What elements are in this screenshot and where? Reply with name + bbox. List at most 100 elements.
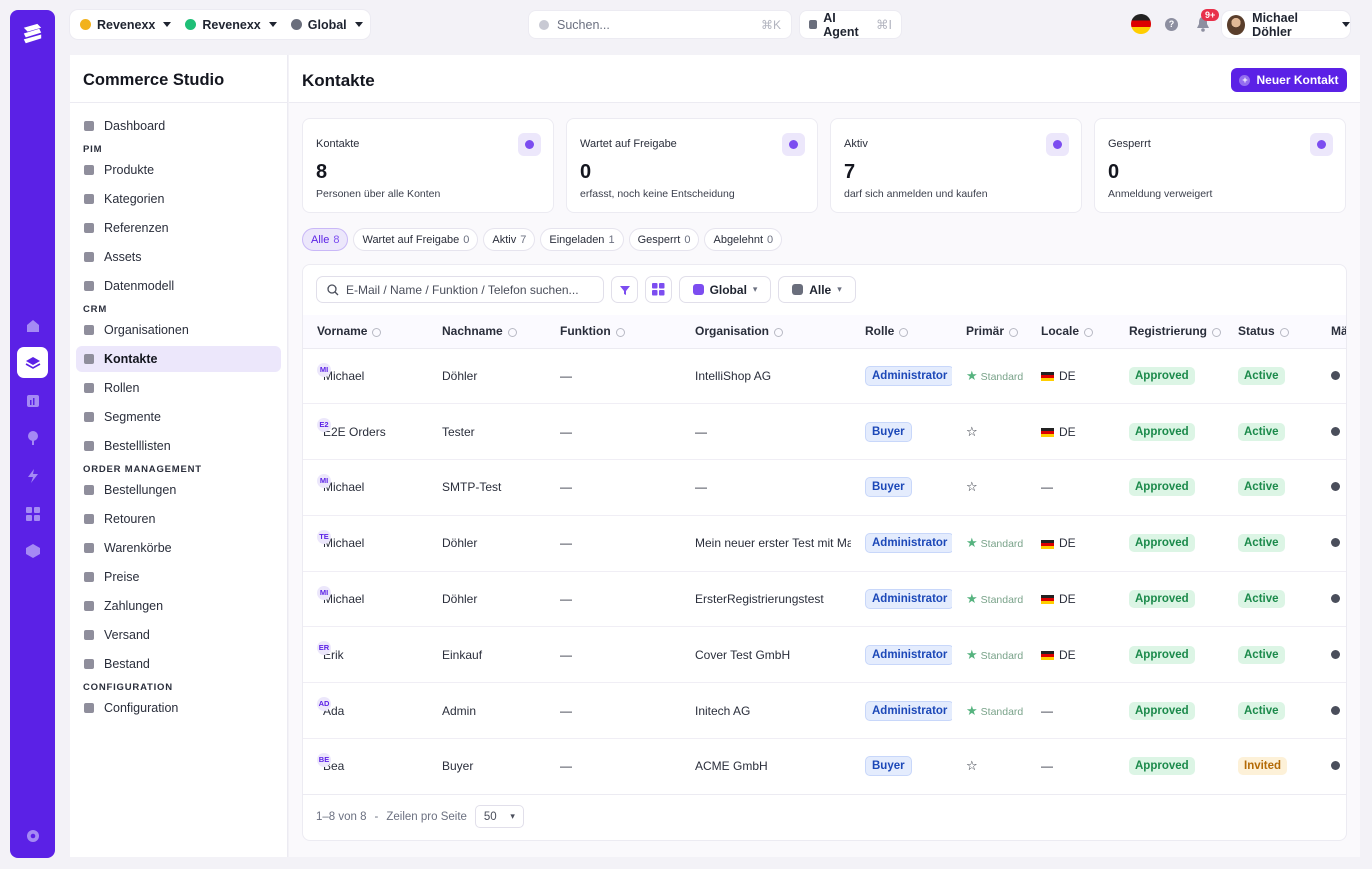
market-cell	[1317, 682, 1346, 740]
view-toggle-button[interactable]	[645, 276, 672, 303]
ai-agent-button[interactable]: AI Agent ⌘I	[800, 11, 901, 39]
column-header[interactable]: Organisation	[681, 315, 851, 349]
sidebar-item-referenzen[interactable]: Referenzen	[76, 215, 281, 241]
channel-selector[interactable]: Revenexx	[185, 18, 277, 32]
table-row[interactable]: MI Michael Döhler — IntelliShop AG Administra…	[303, 348, 1346, 405]
star-icon[interactable]: ★	[966, 368, 978, 383]
global-search[interactable]: Suchen... ⌘K	[529, 11, 791, 38]
sidebar-item-label: Segmente	[104, 410, 161, 424]
last-name-cell: Döhler	[428, 515, 546, 572]
user-menu[interactable]: Michael Döhler	[1222, 11, 1350, 39]
table-row[interactable]: E2 E2E Orders Tester — — Buyer ☆ DE Approved Acti…	[303, 403, 1346, 461]
table-row[interactable]: TE Michael Döhler — Mein neuer erster Test m…	[303, 515, 1346, 572]
table-row[interactable]: MI Michael Döhler — ErsterRegistrierungstest…	[303, 571, 1346, 628]
scope-selector-group: Revenexx Revenexx Global	[70, 10, 370, 39]
filter-button[interactable]	[611, 276, 638, 303]
analytics-icon[interactable]	[17, 385, 48, 416]
sidebar-item-warenk-rbe[interactable]: Warenkörbe	[76, 535, 281, 561]
tab-wartet-auf-freigabe[interactable]: Wartet auf Freigabe 0	[353, 228, 479, 251]
table-header-row: Vorname Nachname Funktion Organisation Rolle…	[303, 315, 1346, 349]
tenant-selector[interactable]: Revenexx	[80, 18, 172, 32]
primary-cell: ☆	[952, 738, 1027, 795]
tab-gesperrt[interactable]: Gesperrt 0	[628, 228, 700, 251]
tab-aktiv[interactable]: Aktiv 7	[483, 228, 536, 251]
brand-logo-icon[interactable]	[18, 20, 47, 49]
language-flag-de-icon[interactable]	[1131, 14, 1151, 34]
new-contact-button[interactable]: + Neuer Kontakt	[1231, 68, 1347, 92]
sidebar-item-assets[interactable]: Assets	[76, 244, 281, 270]
registration-badge: Approved	[1129, 534, 1195, 553]
sidebar-item-preise[interactable]: Preise	[76, 564, 281, 590]
sidebar-item-configuration[interactable]: Configuration	[76, 695, 281, 721]
sidebar-item-icon	[84, 281, 94, 291]
apps-icon[interactable]	[17, 498, 48, 529]
sidebar-item-kontakte[interactable]: Kontakte	[76, 346, 281, 372]
sort-icon	[1009, 327, 1019, 337]
registration-cell: Approved	[1115, 571, 1224, 628]
first-name-cell: AD Ada	[303, 682, 428, 740]
locale-cell: —	[1027, 738, 1115, 795]
chevron-down-icon	[1342, 22, 1350, 27]
home-icon[interactable]	[17, 310, 48, 341]
tab-alle[interactable]: Alle 8	[302, 228, 349, 251]
table-row[interactable]: AD Ada Admin — Initech AG Administrator ★ Stand…	[303, 682, 1346, 740]
help-icon[interactable]: ?	[1165, 18, 1178, 31]
column-header[interactable]: Status	[1224, 315, 1317, 349]
sidebar-item-kategorien[interactable]: Kategorien	[76, 186, 281, 212]
sidebar-item-zahlungen[interactable]: Zahlungen	[76, 593, 281, 619]
sidebar-item-bestelllisten[interactable]: Bestelllisten	[76, 433, 281, 459]
sort-icon	[372, 327, 382, 337]
region-selector[interactable]: Global	[290, 18, 363, 32]
star-icon[interactable]: ★	[966, 591, 978, 606]
rows-per-page-label: Zeilen pro Seite	[386, 810, 467, 823]
page-title: Kontakte	[302, 71, 375, 90]
column-header[interactable]: Vorname	[303, 315, 428, 349]
first-name-cell: MI Michael	[303, 459, 428, 516]
column-header[interactable]: Rolle	[851, 315, 952, 349]
column-header[interactable]: Funktion	[546, 315, 681, 349]
pin-icon[interactable]	[17, 422, 48, 453]
column-header[interactable]: Mä	[1317, 315, 1346, 349]
sidebar-item-retouren[interactable]: Retouren	[76, 506, 281, 532]
tab-abgelehnt[interactable]: Abgelehnt 0	[704, 228, 783, 251]
star-icon[interactable]: ★	[966, 647, 978, 662]
star-icon[interactable]: ☆	[966, 479, 978, 494]
column-header[interactable]: Nachname	[428, 315, 546, 349]
star-icon[interactable]: ★	[966, 703, 978, 718]
sidebar-item-versand[interactable]: Versand	[76, 622, 281, 648]
lightning-icon[interactable]	[17, 460, 48, 491]
sidebar-item-bestand[interactable]: Bestand	[76, 651, 281, 677]
rows-per-page-select[interactable]: 50 ▾	[474, 805, 524, 828]
column-header[interactable]: Primär	[952, 315, 1027, 349]
table-row[interactable]: MI Michael SMTP-Test — — Buyer ☆ — Approved Activ…	[303, 459, 1346, 516]
status-badge: Active	[1238, 590, 1285, 609]
cube-icon[interactable]	[17, 535, 48, 566]
sidebar-item-organisationen[interactable]: Organisationen	[76, 317, 281, 343]
settings-gear-icon[interactable]	[17, 820, 48, 851]
store-filter-select[interactable]: Alle ▾	[778, 276, 856, 303]
column-header[interactable]: Locale	[1027, 315, 1115, 349]
table-row[interactable]: ER Erik Einkauf — Cover Test GmbH Administrat…	[303, 626, 1346, 684]
star-icon[interactable]: ★	[966, 535, 978, 550]
function-cell: —	[546, 515, 681, 572]
sidebar-item-rollen[interactable]: Rollen	[76, 375, 281, 401]
sort-icon	[1279, 327, 1289, 337]
sidebar-item-dashboard[interactable]: Dashboard	[76, 113, 281, 139]
function-cell: —	[546, 403, 681, 461]
column-header[interactable]: Registrierung	[1115, 315, 1224, 349]
contact-search-input[interactable]: E-Mail / Name / Funktion / Telefon suche…	[316, 276, 604, 303]
star-icon[interactable]: ☆	[966, 424, 978, 439]
sidebar-item-datenmodell[interactable]: Datenmodell	[76, 273, 281, 299]
sidebar-item-segmente[interactable]: Segmente	[76, 404, 281, 430]
registration-cell: Approved	[1115, 682, 1224, 740]
sidebar-item-bestellungen[interactable]: Bestellungen	[76, 477, 281, 503]
plus-icon: +	[1239, 74, 1251, 86]
sidebar-item-icon	[84, 543, 94, 553]
sidebar-item-label: Kontakte	[104, 352, 158, 366]
table-row[interactable]: BE Bea Buyer — ACME GmbH Buyer ☆ — Approved Invit…	[303, 738, 1346, 795]
layers-icon[interactable]	[17, 347, 48, 378]
star-icon[interactable]: ☆	[966, 758, 978, 773]
sidebar-item-produkte[interactable]: Produkte	[76, 157, 281, 183]
tab-eingeladen[interactable]: Eingeladen 1	[540, 228, 624, 251]
scope-filter-select[interactable]: Global ▾	[679, 276, 771, 303]
